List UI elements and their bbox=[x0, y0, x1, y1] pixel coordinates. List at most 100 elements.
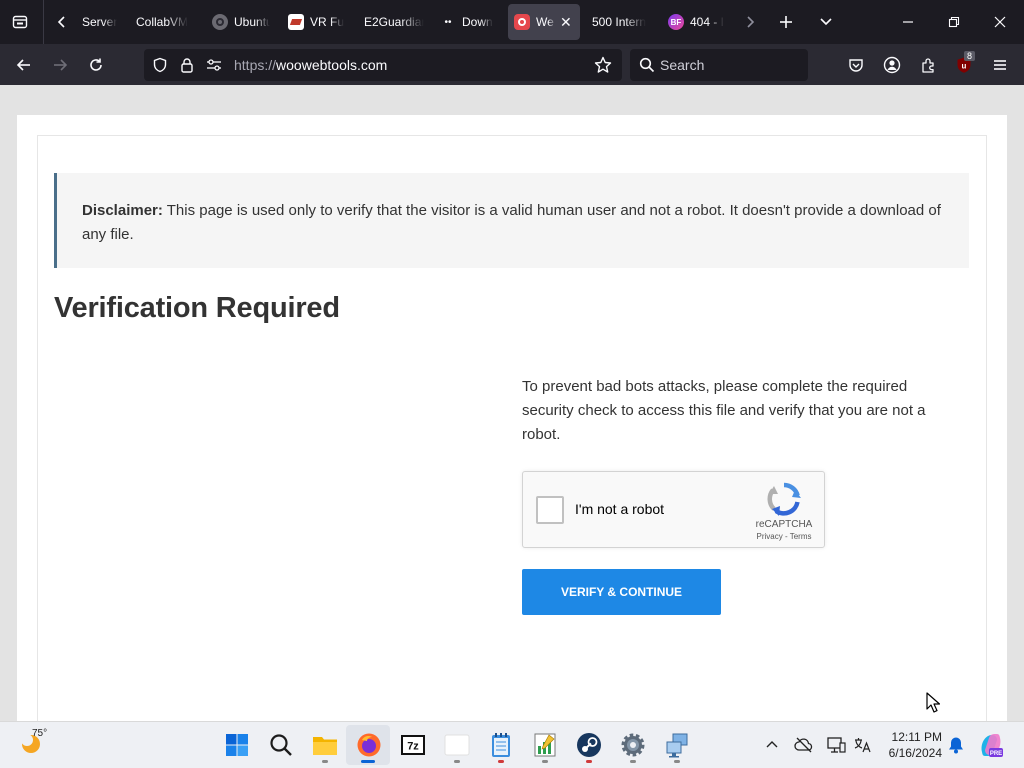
lock-icon[interactable] bbox=[180, 57, 194, 78]
tab-label: 404 - I bbox=[690, 15, 725, 29]
recaptcha-label: I'm not a robot bbox=[575, 501, 665, 517]
clock-time: 12:11 PM bbox=[891, 730, 942, 744]
disclaimer-label: Disclaimer: bbox=[82, 202, 163, 219]
bookmark-star-icon[interactable] bbox=[594, 56, 612, 79]
system-clock[interactable]: 12:11 PM 6/16/2024 bbox=[880, 729, 942, 761]
verification-description: To prevent bad bots attacks, please comp… bbox=[522, 378, 926, 443]
running-indicator bbox=[322, 760, 328, 763]
page-title: Verification Required bbox=[54, 292, 340, 324]
notepad-icon[interactable] bbox=[486, 730, 516, 760]
mouse-cursor-icon bbox=[926, 692, 941, 719]
show-hidden-icons-icon[interactable] bbox=[758, 730, 786, 760]
task-manager-chart-icon[interactable] bbox=[530, 730, 560, 760]
shield-icon bbox=[514, 14, 530, 30]
restore-icon[interactable] bbox=[940, 8, 968, 36]
recaptcha-logo-icon bbox=[767, 482, 801, 516]
verify-continue-button[interactable]: VERIFY & CONTINUE bbox=[522, 569, 721, 615]
navigation-toolbar: https://woowebtools.com Search u 8 bbox=[0, 44, 1024, 85]
new-tab-icon[interactable] bbox=[772, 8, 800, 36]
copilot-icon[interactable]: PRE bbox=[976, 730, 1006, 760]
close-window-icon[interactable] bbox=[986, 8, 1014, 36]
account-icon[interactable] bbox=[877, 50, 907, 80]
app-menu-icon[interactable] bbox=[985, 50, 1015, 80]
site-permissions-icon[interactable] bbox=[206, 57, 222, 78]
back-button[interactable] bbox=[9, 50, 39, 80]
extensions-icon[interactable] bbox=[913, 50, 943, 80]
url-bar[interactable]: https://woowebtools.com bbox=[144, 49, 622, 81]
scroll-tabs-left-icon[interactable] bbox=[48, 8, 76, 36]
recaptcha-privacy-terms-link[interactable]: Privacy - Terms bbox=[749, 532, 819, 541]
pocket-icon[interactable] bbox=[841, 50, 871, 80]
scroll-tabs-right-icon[interactable] bbox=[736, 8, 764, 36]
tab-download[interactable]: •• Down bbox=[440, 4, 496, 40]
search-icon bbox=[639, 57, 655, 78]
url-text[interactable]: https://woowebtools.com bbox=[234, 57, 387, 73]
running-indicator bbox=[454, 760, 460, 763]
tab-label: Ubuntu bbox=[234, 15, 270, 29]
display-icon[interactable] bbox=[822, 730, 850, 760]
tab-label: Down bbox=[462, 15, 493, 29]
tab-label: 500 Intern bbox=[592, 15, 647, 29]
notification-bell-icon[interactable] bbox=[942, 730, 970, 760]
tab-404[interactable]: BF 404 - I bbox=[668, 4, 726, 40]
onedrive-offline-icon[interactable] bbox=[790, 730, 818, 760]
tracking-protection-shield-icon[interactable] bbox=[152, 57, 168, 78]
active-indicator bbox=[361, 760, 375, 763]
minimize-icon[interactable] bbox=[894, 8, 922, 36]
disclaimer-box: Disclaimer: This page is used only to ve… bbox=[54, 173, 969, 268]
tab-server[interactable]: Server bbox=[82, 4, 126, 40]
tab-strip: Server CollabVM Ubuntu VR Fu E2Guardian … bbox=[0, 0, 1024, 44]
tab-e2guardian[interactable]: E2Guardian bbox=[364, 4, 424, 40]
reload-button[interactable] bbox=[81, 50, 111, 80]
start-button[interactable] bbox=[222, 730, 252, 760]
settings-gear-icon[interactable] bbox=[618, 730, 648, 760]
svg-text:PRE: PRE bbox=[990, 751, 1002, 757]
bf-icon: BF bbox=[668, 14, 684, 30]
language-bar-icon[interactable] bbox=[848, 730, 876, 760]
tab-500[interactable]: 500 Intern bbox=[592, 4, 654, 40]
tab-woowebtools-active[interactable]: We ✕ bbox=[508, 4, 580, 40]
svg-text:7z: 7z bbox=[407, 741, 419, 753]
tab-label: CollabVM bbox=[136, 15, 189, 29]
vr-icon bbox=[288, 14, 304, 30]
running-indicator bbox=[630, 760, 636, 763]
blank-app-icon[interactable] bbox=[442, 730, 472, 760]
tab-label: We bbox=[536, 15, 554, 29]
search-box[interactable]: Search bbox=[630, 49, 808, 81]
running-indicator bbox=[498, 760, 504, 763]
weather-temperature: 75° bbox=[32, 728, 48, 739]
disclaimer-text: This page is used only to verify that th… bbox=[82, 202, 941, 243]
clock-date: 6/16/2024 bbox=[888, 746, 942, 760]
svg-text:u: u bbox=[962, 62, 967, 71]
recaptcha-widget: I'm not a robot reCAPTCHA Privacy - Term… bbox=[522, 471, 825, 548]
taskbar-search-icon[interactable] bbox=[266, 730, 296, 760]
firefox-taskbar-icon[interactable] bbox=[354, 730, 384, 760]
recaptcha-brand: reCAPTCHA bbox=[755, 519, 813, 530]
tab-divider bbox=[43, 0, 44, 44]
7zip-icon[interactable]: 7z bbox=[398, 730, 428, 760]
running-indicator bbox=[674, 760, 680, 763]
recaptcha-checkbox[interactable] bbox=[536, 496, 564, 524]
firefox-view-icon[interactable] bbox=[6, 8, 34, 36]
close-tab-icon[interactable]: ✕ bbox=[560, 14, 572, 31]
tab-vr[interactable]: VR Fu bbox=[288, 4, 348, 40]
url-host: woowebtools.com bbox=[276, 57, 388, 73]
running-indicator bbox=[542, 760, 548, 763]
running-indicator bbox=[586, 760, 592, 763]
tab-label: E2Guardian bbox=[364, 15, 424, 29]
tab-label: Server bbox=[82, 15, 118, 29]
windows-taskbar: 75° 7z 12:11 PM 6/16/2024 PRE bbox=[0, 721, 1024, 768]
tab-label: VR Fu bbox=[310, 15, 345, 29]
list-all-tabs-icon[interactable] bbox=[812, 8, 840, 36]
ubuntu-icon bbox=[212, 14, 228, 30]
forward-button[interactable] bbox=[45, 50, 75, 80]
search-placeholder: Search bbox=[660, 57, 705, 73]
ublock-origin-icon[interactable]: u 8 bbox=[949, 50, 979, 80]
file-explorer-icon[interactable] bbox=[310, 730, 340, 760]
extension-badge: 8 bbox=[964, 51, 976, 61]
url-scheme: https:// bbox=[234, 57, 277, 73]
network-computers-icon[interactable] bbox=[662, 730, 692, 760]
tab-collabvm[interactable]: CollabVM bbox=[136, 4, 196, 40]
steam-icon[interactable] bbox=[574, 730, 604, 760]
tab-ubuntu[interactable]: Ubuntu bbox=[212, 4, 270, 40]
